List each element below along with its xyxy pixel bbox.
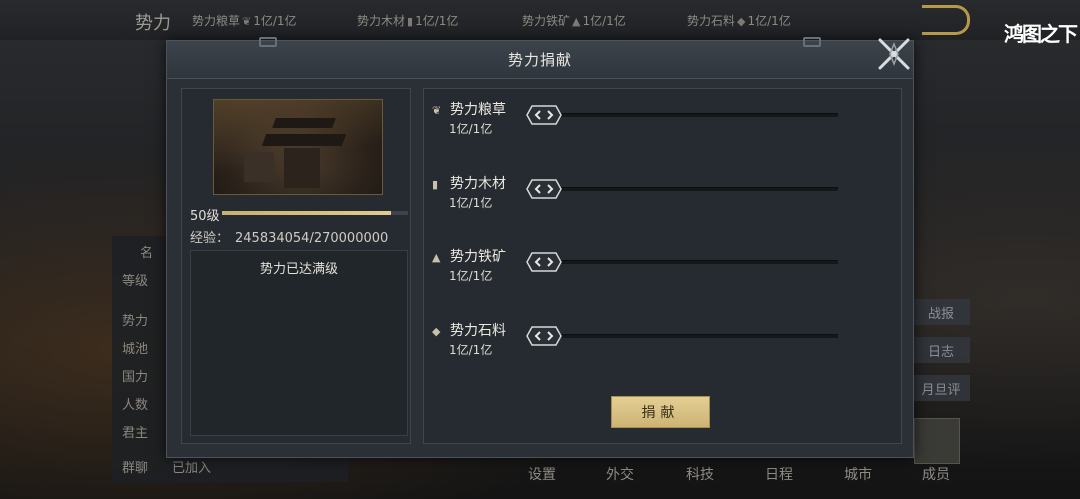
- info-label-name: 名: [140, 246, 154, 261]
- iron-icon: ▲: [432, 251, 441, 264]
- corner-ornament-icon: [803, 37, 821, 47]
- status-box: 势力已达满级: [190, 250, 408, 436]
- slider-handle-icon[interactable]: [526, 252, 562, 272]
- nav-settings[interactable]: 设置: [528, 464, 556, 484]
- chat-status[interactable]: 已加入: [172, 457, 211, 476]
- stone-icon: ◆: [432, 325, 441, 338]
- corner-ornament-icon: [259, 37, 277, 47]
- grain-icon: ❦: [432, 104, 442, 117]
- brand-logo: 鸿图之下: [1004, 22, 1078, 46]
- close-icon: [878, 38, 910, 70]
- resource-donation-panel: [423, 88, 902, 444]
- wood-icon: ▮: [432, 178, 439, 191]
- experience-line: 经验： 245834054/270000000: [190, 227, 388, 246]
- members-icon[interactable]: [914, 418, 960, 464]
- log-button[interactable]: 日志: [912, 337, 970, 363]
- top-resource-iron: 势力铁矿 ▲ 1亿/1亿: [522, 14, 626, 28]
- top-resource-wood: 势力木材 ▮ 1亿/1亿: [357, 14, 459, 28]
- grain-icon: ❦: [242, 15, 252, 28]
- resource-amount: 1亿/1亿: [449, 122, 493, 136]
- info-label-power: 国力: [122, 370, 149, 385]
- resource-amount: 1亿/1亿: [449, 269, 493, 283]
- info-label-members: 人数: [122, 398, 149, 413]
- max-level-status: 势力已达满级: [259, 262, 338, 277]
- level-progress-bar: [222, 211, 408, 215]
- level-progress-fill: [222, 211, 392, 215]
- monthly-review-button[interactable]: 月旦评: [912, 375, 970, 401]
- stone-icon: ◆: [737, 15, 746, 28]
- info-label-level: 等级: [122, 274, 149, 289]
- donation-slider-track[interactable]: [536, 113, 838, 117]
- slider-handle-icon[interactable]: [526, 179, 562, 199]
- page-title: 势力: [135, 13, 171, 34]
- experience-value: 245834054/270000000: [235, 231, 389, 246]
- nav-tech[interactable]: 科技: [686, 464, 714, 484]
- donation-slider-track[interactable]: [536, 260, 838, 264]
- top-bar: 势力 势力粮草 ❦ 1亿/1亿 势力木材 ▮ 1亿/1亿 势力铁矿 ▲ 1亿/1亿 势力石料…: [0, 0, 1080, 40]
- battle-report-button[interactable]: 战报: [912, 299, 970, 325]
- donate-button[interactable]: 捐献: [611, 396, 710, 428]
- nav-city[interactable]: 城市: [844, 464, 872, 484]
- dialog-title: 势力捐献: [507, 51, 572, 69]
- top-resource-grain: 势力粮草 ❦ 1亿/1亿: [192, 14, 297, 28]
- info-label-lord: 君主: [122, 426, 149, 441]
- slider-handle-icon[interactable]: [526, 326, 562, 346]
- faction-building-image: [213, 99, 383, 195]
- resource-amount: 1亿/1亿: [449, 196, 493, 210]
- nav-schedule[interactable]: 日程: [765, 464, 793, 484]
- close-button[interactable]: [876, 36, 912, 72]
- resource-amount: 1亿/1亿: [449, 343, 493, 357]
- back-arrow-icon[interactable]: [922, 5, 970, 35]
- nav-diplomacy[interactable]: 外交: [606, 464, 634, 484]
- dialog-header: 势力捐献: [167, 41, 913, 79]
- info-label-faction: 势力: [122, 314, 149, 329]
- nav-members[interactable]: 成员: [922, 464, 950, 484]
- wood-icon: ▮: [407, 15, 414, 28]
- experience-label: 经验：: [190, 231, 230, 246]
- top-resource-stone: 势力石料 ◆ 1亿/1亿: [687, 14, 791, 28]
- donation-slider-track[interactable]: [536, 187, 838, 191]
- info-label-chat: 群聊: [122, 461, 149, 476]
- level-label: 50级: [190, 209, 220, 224]
- slider-handle-icon[interactable]: [526, 105, 562, 125]
- donation-slider-track[interactable]: [536, 334, 838, 338]
- iron-icon: ▲: [572, 15, 581, 28]
- info-label-cities: 城池: [122, 342, 149, 357]
